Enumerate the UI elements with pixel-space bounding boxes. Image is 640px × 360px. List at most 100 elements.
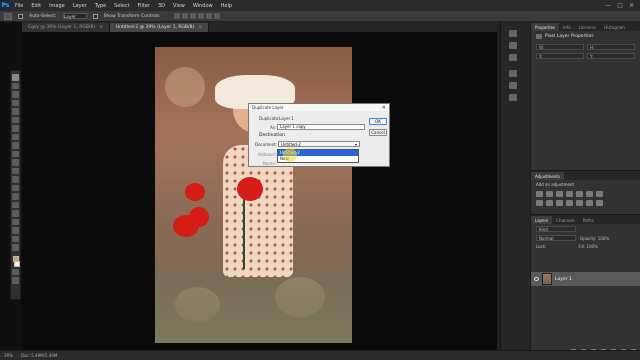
- x-field[interactable]: X:: [536, 53, 584, 59]
- type-tool-icon[interactable]: [12, 201, 19, 208]
- tab-layers[interactable]: Layers: [531, 216, 553, 224]
- exposure-icon[interactable]: [566, 191, 573, 197]
- tab-properties[interactable]: Properties: [531, 23, 560, 31]
- cancel-button[interactable]: Cancel: [369, 129, 387, 136]
- curves-icon[interactable]: [556, 191, 563, 197]
- crop-tool-icon[interactable]: [12, 108, 19, 115]
- menu-layer[interactable]: Layer: [69, 3, 91, 9]
- menu-view[interactable]: View: [169, 3, 189, 9]
- blend-mode-select[interactable]: Normal: [536, 235, 576, 241]
- eraser-tool-icon[interactable]: [12, 159, 19, 166]
- hue-saturation-icon[interactable]: [586, 191, 593, 197]
- info-panel-icon[interactable]: [509, 82, 517, 89]
- quick-mask-icon[interactable]: [12, 268, 19, 275]
- dialog-close-icon[interactable]: ✕: [382, 105, 389, 111]
- invert-icon[interactable]: [576, 200, 583, 206]
- align-bottom-icon[interactable]: [189, 13, 196, 19]
- healing-brush-tool-icon[interactable]: [12, 125, 19, 132]
- menu-edit[interactable]: Edit: [27, 3, 45, 9]
- menu-select[interactable]: Select: [110, 3, 133, 9]
- vibrance-icon[interactable]: [576, 191, 583, 197]
- tab-histogram[interactable]: Histogram: [600, 23, 629, 31]
- align-middle-icon[interactable]: [181, 13, 188, 19]
- play-actions-icon[interactable]: [509, 30, 517, 37]
- tab-libraries[interactable]: Libraries: [575, 23, 600, 31]
- pen-tool-icon[interactable]: [12, 193, 19, 200]
- tab-cgsy[interactable]: Cgsy @ 39% (Layer 1, RGB/8) ×: [22, 23, 110, 32]
- fill-label[interactable]: Fill: 100%: [578, 244, 597, 249]
- menu-image[interactable]: Image: [45, 3, 69, 9]
- edit-toolbar-icon[interactable]: [12, 244, 19, 251]
- eyedropper-tool-icon[interactable]: [12, 116, 19, 123]
- color-lookup-icon[interactable]: [566, 200, 573, 206]
- channel-mixer-icon[interactable]: [556, 200, 563, 206]
- zoom-tool-icon[interactable]: [12, 235, 19, 242]
- auto-select-checkbox[interactable]: [18, 13, 23, 19]
- brightness-icon[interactable]: [536, 191, 543, 197]
- minimize-icon[interactable]: —: [605, 2, 611, 9]
- move-tool-preset-icon[interactable]: [4, 12, 12, 20]
- canvas-image[interactable]: [155, 47, 352, 343]
- align-top-icon[interactable]: [173, 13, 180, 19]
- close-icon[interactable]: ✕: [629, 2, 634, 9]
- clone-stamp-tool-icon[interactable]: [12, 142, 19, 149]
- blur-tool-icon[interactable]: [12, 176, 19, 183]
- tab-paths[interactable]: Paths: [579, 216, 598, 224]
- tab-close-icon[interactable]: ×: [198, 25, 202, 30]
- color-balance-icon[interactable]: [596, 191, 603, 197]
- align-center-icon[interactable]: [205, 13, 212, 19]
- menu-file[interactable]: File: [11, 3, 27, 9]
- align-right-icon[interactable]: [213, 13, 220, 19]
- background-color-swatch[interactable]: [14, 260, 20, 267]
- character-panel-icon[interactable]: [509, 54, 517, 61]
- y-field[interactable]: Y:: [587, 53, 635, 59]
- tab-channels[interactable]: Channels: [552, 216, 579, 224]
- menu-help[interactable]: Help: [217, 3, 236, 9]
- move-tool-icon[interactable]: [12, 74, 19, 81]
- photo-filter-icon[interactable]: [546, 200, 553, 206]
- tab-info[interactable]: Info: [559, 23, 575, 31]
- lasso-tool-icon[interactable]: [12, 91, 19, 98]
- history-panel-icon[interactable]: [509, 70, 517, 77]
- ok-button[interactable]: OK: [369, 118, 387, 125]
- layer-select-dropdown[interactable]: Layer: [62, 13, 87, 20]
- tab-untitled-2[interactable]: Untitled-2 @ 39% (Layer 1, RGB/8) ×: [109, 23, 210, 32]
- marquee-tool-icon[interactable]: [12, 82, 19, 89]
- shape-tool-icon[interactable]: [12, 218, 19, 225]
- screen-mode-icon[interactable]: [12, 277, 19, 284]
- as-name-input[interactable]: Layer 1 copy: [277, 124, 365, 130]
- width-field[interactable]: W:: [536, 44, 584, 50]
- tab-adjustments[interactable]: Adjustments: [531, 172, 565, 180]
- zoom-level[interactable]: 39%: [4, 353, 13, 358]
- tab-close-icon[interactable]: ×: [99, 25, 103, 30]
- dodge-tool-icon[interactable]: [12, 184, 19, 191]
- threshold-icon[interactable]: [596, 200, 603, 206]
- menu-window[interactable]: Window: [189, 3, 217, 9]
- maximize-icon[interactable]: □: [617, 2, 623, 9]
- gradient-tool-icon[interactable]: [12, 167, 19, 174]
- menu-filter[interactable]: Filter: [134, 3, 154, 9]
- kind-filter-select[interactable]: Kind: [536, 226, 576, 232]
- swatches-panel-icon[interactable]: [509, 94, 517, 101]
- visibility-eye-icon[interactable]: [534, 277, 539, 281]
- black-white-icon[interactable]: [536, 200, 543, 206]
- menu-type[interactable]: Type: [91, 3, 110, 9]
- opacity-label[interactable]: Opacity: 100%: [580, 236, 609, 241]
- levels-icon[interactable]: [546, 191, 553, 197]
- blend-row: Normal Opacity: 100%: [536, 235, 636, 241]
- hand-tool-icon[interactable]: [12, 227, 19, 234]
- height-field[interactable]: H:: [587, 44, 635, 50]
- layer-row[interactable]: Layer 1: [531, 272, 640, 286]
- quick-select-tool-icon[interactable]: [12, 99, 19, 106]
- destination-label: Destination: [259, 133, 285, 138]
- brush-tool-icon[interactable]: [12, 133, 19, 140]
- history-brush-tool-icon[interactable]: [12, 150, 19, 157]
- menu-3d[interactable]: 3D: [154, 3, 169, 9]
- menu-bar: Ps File Edit Image Layer Type Select Fil…: [0, 0, 640, 11]
- path-select-tool-icon[interactable]: [12, 210, 19, 217]
- document-select[interactable]: Untitled-2 ▾: [278, 141, 360, 147]
- brush-panel-icon[interactable]: [509, 42, 517, 49]
- show-transform-checkbox[interactable]: [92, 13, 98, 19]
- posterize-icon[interactable]: [586, 200, 593, 206]
- align-left-icon[interactable]: [197, 13, 204, 19]
